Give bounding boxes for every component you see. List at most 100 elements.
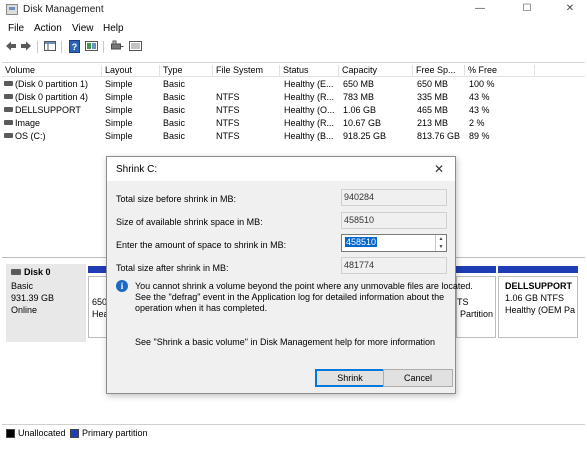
volume-free-space: 335 MB	[417, 92, 449, 102]
disk-type: Basic	[11, 281, 34, 291]
toolbar: ?	[0, 38, 587, 56]
volume-row[interactable]: DELLSUPPORT Simple Basic NTFS Healthy (O…	[2, 104, 585, 117]
dialog-close-button[interactable]: ✕	[429, 160, 449, 178]
window-title: Disk Management	[23, 4, 104, 15]
partition-color-bar	[88, 266, 108, 273]
volume-percent-free: 43 %	[469, 105, 490, 115]
spin-buttons: ▲ ▼	[435, 235, 446, 251]
dialog-title-bar: Shrink C: ✕	[107, 157, 455, 181]
maximize-button[interactable]: ☐	[512, 2, 542, 16]
total-size-after-label: Total size after shrink in MB:	[116, 263, 229, 273]
shrink-amount-value[interactable]: 458510	[345, 237, 378, 247]
partition-dellsupport[interactable]: DELLSUPPORT 1.06 GB NTFS Healthy (OEM Pa	[498, 276, 578, 338]
col-header-volume[interactable]: Volume	[2, 65, 102, 77]
info-text-line: See the "defrag" event in the Applicatio…	[135, 292, 445, 302]
partition-text: Partition	[460, 309, 494, 319]
partition-name: DELLSUPPORT	[505, 281, 573, 291]
volume-row[interactable]: (Disk 0 partition 1) Simple Basic Health…	[2, 78, 585, 91]
connect-disk-icon[interactable]	[111, 40, 124, 53]
partition-size: 1.06 GB NTFS	[505, 293, 565, 303]
dialog-title: Shrink C:	[116, 164, 158, 175]
total-size-after-value: 481774	[341, 257, 447, 274]
cancel-button[interactable]: Cancel	[383, 369, 453, 387]
available-shrink-value: 458510	[341, 212, 447, 229]
svg-text:?: ?	[72, 42, 78, 52]
volume-layout: Simple	[105, 118, 133, 128]
volume-status: Healthy (B...	[284, 131, 334, 141]
toolbar-separator	[37, 41, 38, 53]
primary-partition-swatch	[70, 429, 79, 438]
shrink-dialog: Shrink C: ✕ Total size before shrink in …	[106, 156, 473, 394]
console-tree-icon[interactable]	[44, 40, 56, 53]
menu-bar: File Action View Help	[0, 22, 587, 36]
col-header-free-space[interactable]: Free Sp...	[413, 65, 465, 77]
volume-layout: Simple	[105, 105, 133, 115]
spin-up-icon[interactable]: ▲	[436, 235, 446, 243]
volume-name: Image	[15, 118, 41, 128]
volume-name: (Disk 0 partition 1)	[15, 79, 89, 89]
menu-file[interactable]: File	[8, 23, 24, 34]
legend: Unallocated Primary partition	[2, 424, 585, 440]
disk-management-app-icon	[6, 4, 18, 15]
volume-percent-free: 43 %	[469, 92, 490, 102]
volume-row[interactable]: Image Simple Basic NTFS Healthy (R... 10…	[2, 117, 585, 130]
available-shrink-label: Size of available shrink space in MB:	[116, 217, 263, 227]
total-size-before-label: Total size before shrink in MB:	[116, 194, 237, 204]
volume-file-system: NTFS	[216, 92, 240, 102]
volume-capacity: 10.67 GB	[343, 118, 382, 128]
partition-block[interactable]: 650 Hea	[88, 276, 109, 338]
volume-row[interactable]: OS (C:) Simple Basic NTFS Healthy (B... …	[2, 130, 585, 143]
info-text-line: You cannot shrink a volume beyond the po…	[135, 281, 473, 291]
menu-view[interactable]: View	[72, 23, 94, 34]
volume-free-space: 813.76 GB	[417, 131, 461, 141]
volume-capacity: 918.25 GB	[343, 131, 387, 141]
volume-status: Healthy (R...	[284, 118, 335, 128]
volume-row[interactable]: (Disk 0 partition 4) Simple Basic NTFS H…	[2, 91, 585, 104]
toolbar-separator	[103, 41, 104, 53]
close-window-button[interactable]: ✕	[555, 2, 585, 16]
forward-arrow-icon[interactable]	[20, 40, 32, 53]
legend-primary-partition: Primary partition	[82, 428, 148, 438]
minimize-button[interactable]: —	[465, 2, 495, 16]
col-header-capacity[interactable]: Capacity	[339, 65, 413, 77]
toolbar-separator	[61, 41, 62, 53]
list-view-icon[interactable]	[129, 40, 142, 53]
disk-name: Disk 0	[24, 267, 51, 277]
unallocated-swatch	[6, 429, 15, 438]
total-size-before-value: 940284	[341, 189, 447, 206]
volume-percent-free: 89 %	[469, 131, 490, 141]
shrink-amount-input[interactable]: 458510 ▲ ▼	[341, 234, 447, 252]
menu-action[interactable]: Action	[34, 23, 62, 34]
volume-list-header: Volume Layout Type File System Status Ca…	[2, 64, 585, 77]
partition-status: Healthy (OEM Pa	[505, 305, 576, 315]
volume-layout: Simple	[105, 92, 133, 102]
disk-size: 931.39 GB	[11, 293, 55, 303]
info-text-line: operation when it has completed.	[135, 303, 268, 313]
drive-icon	[4, 107, 13, 112]
volume-capacity: 1.06 GB	[343, 105, 377, 115]
shrink-button[interactable]: Shrink	[315, 369, 385, 387]
back-arrow-icon[interactable]	[5, 40, 17, 53]
drive-icon	[4, 81, 13, 86]
col-header-file-system[interactable]: File System	[213, 65, 280, 77]
help-icon[interactable]: ?	[69, 40, 80, 53]
title-bar: Disk Management — ☐ ✕	[0, 0, 587, 20]
shrink-amount-label: Enter the amount of space to shrink in M…	[116, 240, 287, 250]
menu-help[interactable]: Help	[103, 23, 124, 34]
properties-icon[interactable]	[85, 40, 98, 53]
volume-free-space: 465 MB	[417, 105, 449, 115]
col-header-type[interactable]: Type	[160, 65, 213, 77]
disk-0-info-panel[interactable]: Disk 0 Basic 931.39 GB Online	[6, 264, 86, 342]
volume-file-system: NTFS	[216, 105, 240, 115]
volume-capacity: 783 MB	[343, 92, 375, 102]
spin-down-icon[interactable]: ▼	[436, 243, 446, 251]
volume-free-space: 650 MB	[417, 79, 449, 89]
volume-type: Basic	[163, 79, 186, 89]
legend-unallocated: Unallocated	[18, 428, 66, 438]
col-header-layout[interactable]: Layout	[102, 65, 160, 77]
volume-free-space: 213 MB	[417, 118, 449, 128]
col-header-status[interactable]: Status	[280, 65, 339, 77]
volume-type: Basic	[163, 105, 186, 115]
col-header-percent-free[interactable]: % Free	[465, 65, 535, 77]
volume-layout: Simple	[105, 131, 133, 141]
